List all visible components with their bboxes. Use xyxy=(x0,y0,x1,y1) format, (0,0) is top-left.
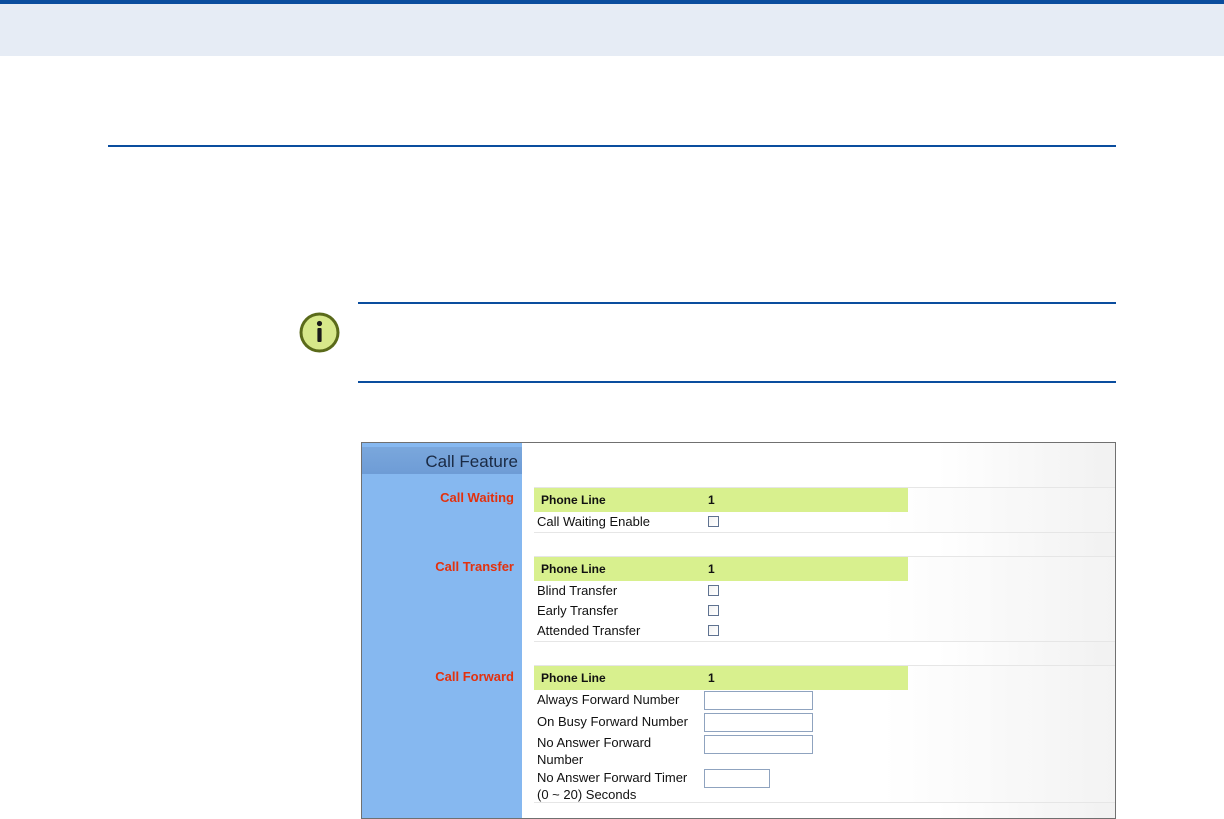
no-answer-forward-label: No Answer Forward xyxy=(537,735,652,750)
section-divider xyxy=(108,145,1116,147)
label-column: Call Feature Call Waiting Call Transfer … xyxy=(362,443,522,818)
blind-transfer-label: Blind Transfer xyxy=(537,583,618,598)
no-answer-timer-label: No Answer Forward Timer xyxy=(537,770,688,785)
early-transfer-label: Early Transfer xyxy=(537,603,618,618)
info-icon xyxy=(299,312,340,353)
phone-line-label: Phone Line xyxy=(541,671,606,685)
early-transfer-checkbox[interactable] xyxy=(708,605,719,616)
call-transfer-phone-line-row: Phone Line 1 xyxy=(534,557,908,581)
page-header-band xyxy=(0,0,1224,56)
always-forward-label: Always Forward Number xyxy=(537,692,680,707)
call-transfer-label: Call Transfer xyxy=(435,559,514,574)
busy-forward-input[interactable] xyxy=(704,713,813,732)
call-feature-title: Call Feature xyxy=(425,452,518,471)
no-answer-forward-input[interactable] xyxy=(704,735,813,754)
call-waiting-label: Call Waiting xyxy=(440,490,514,505)
blind-transfer-checkbox[interactable] xyxy=(708,585,719,596)
call-waiting-enable-checkbox[interactable] xyxy=(708,516,719,527)
busy-forward-label: On Busy Forward Number xyxy=(537,714,688,729)
call-waiting-enable-label: Call Waiting Enable xyxy=(537,514,650,529)
no-answer-forward-label-line2: Number xyxy=(537,752,584,767)
phone-line-value: 1 xyxy=(708,562,715,576)
always-forward-input[interactable] xyxy=(704,691,813,710)
attended-transfer-label: Attended Transfer xyxy=(537,623,641,638)
phone-line-value: 1 xyxy=(708,671,715,685)
phone-line-value: 1 xyxy=(708,493,715,507)
phone-line-label: Phone Line xyxy=(541,493,606,507)
phone-line-label: Phone Line xyxy=(541,562,606,576)
note-bottom-rule xyxy=(358,381,1116,383)
call-feature-screenshot: Call Feature Call Waiting Call Transfer … xyxy=(361,442,1116,819)
content-column: Phone Line 1 Call Waiting Enable Phone L… xyxy=(522,443,1115,818)
no-answer-timer-label-line2: (0 ~ 20) Seconds xyxy=(537,787,637,802)
call-feature-header: Call Feature xyxy=(362,447,522,474)
call-forward-label: Call Forward xyxy=(435,669,514,684)
call-forward-phone-line-row: Phone Line 1 xyxy=(534,666,908,690)
no-answer-timer-input[interactable] xyxy=(704,769,770,788)
note-top-rule xyxy=(358,302,1116,304)
attended-transfer-checkbox[interactable] xyxy=(708,625,719,636)
call-waiting-phone-line-row: Phone Line 1 xyxy=(534,488,908,512)
